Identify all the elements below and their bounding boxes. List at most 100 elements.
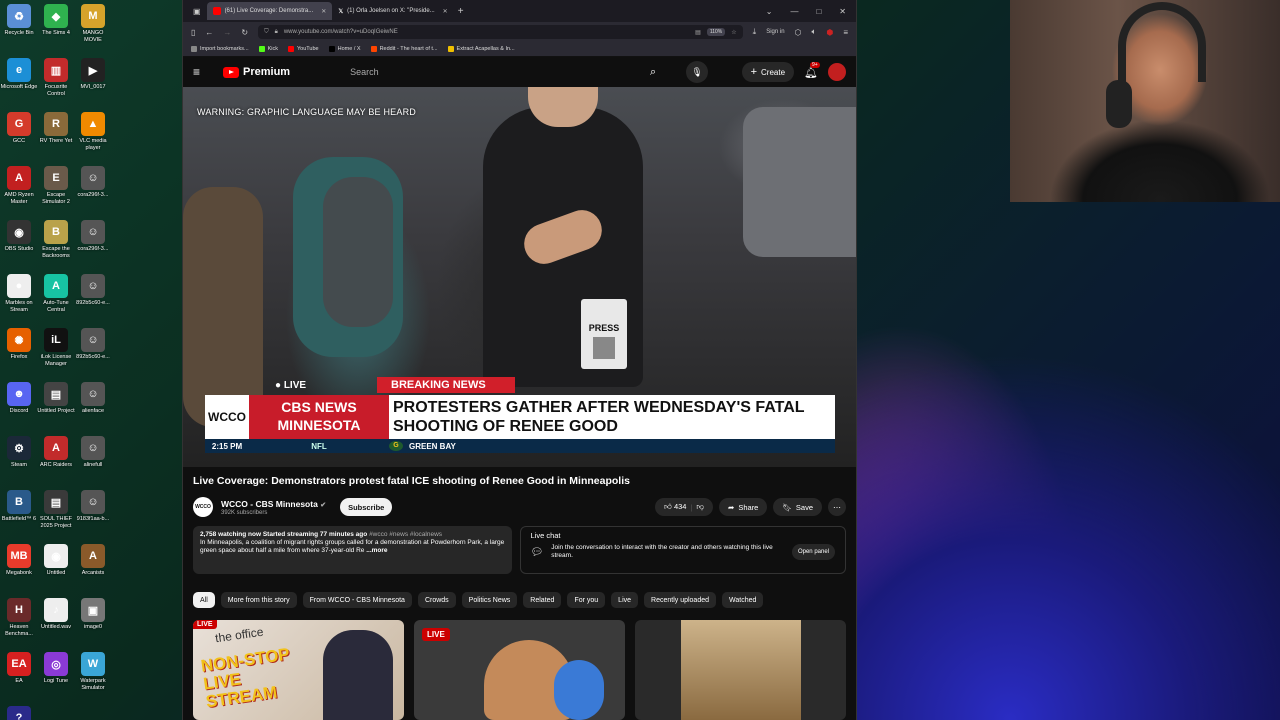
filter-chip[interactable]: Related: [523, 592, 562, 608]
open-panel-button[interactable]: Open panel: [791, 544, 835, 560]
desktop-icon[interactable]: ☺ alinefull: [74, 436, 112, 469]
show-more-link[interactable]: ...more: [366, 547, 387, 554]
like-button[interactable]: 👍︎ 434: [664, 502, 686, 512]
filter-chip[interactable]: More from this story: [220, 592, 297, 608]
desktop-icon[interactable]: ⚙ Steam: [0, 436, 38, 469]
desktop-icon[interactable]: H Heaven Benchma...: [0, 598, 38, 637]
filter-chip[interactable]: Watched: [722, 592, 764, 608]
dislike-button[interactable]: 👎︎: [696, 502, 704, 512]
search-input[interactable]: Search: [340, 61, 630, 83]
tab-overflow-icon[interactable]: ⌄: [766, 7, 773, 16]
desktop-icon[interactable]: B Escape the Backrooms: [37, 220, 75, 259]
tab-x[interactable]: 𝕏 (1) Orla Joelsen on X: "Preside... ✕: [332, 2, 453, 20]
bookmark-item[interactable]: Home / X: [328, 46, 361, 52]
url-bar[interactable]: ⛉ 🔒︎ www.youtube.com/watch?v=uDoqIGeiwNE…: [258, 25, 743, 39]
desktop-icon[interactable]: ☺ 892b5c60-e...: [74, 328, 112, 361]
youtube-premium-logo[interactable]: Premium: [223, 66, 290, 78]
bookmark-item[interactable]: Import bookmarks...: [191, 46, 249, 52]
filter-chip[interactable]: Crowds: [417, 592, 456, 608]
desktop-icon[interactable]: A ARC Raiders: [37, 436, 75, 469]
video-player[interactable]: WARNING: GRAPHIC LANGUAGE MAY BE HEARD P…: [183, 87, 856, 467]
bookmark-item[interactable]: Kick: [258, 46, 278, 52]
channel-avatar[interactable]: WCCO: [193, 497, 213, 517]
filter-chip[interactable]: From WCCO - CBS Minnesota: [302, 592, 412, 608]
desktop-icon[interactable]: A AMD Ryzen Master: [0, 166, 38, 205]
close-window-icon[interactable]: ✕: [839, 7, 846, 16]
bookmark-item[interactable]: Extract Acapellas & In...: [447, 46, 515, 52]
desktop-icon[interactable]: ☻ Discord: [0, 382, 38, 415]
desktop-icon[interactable]: A Auto-Tune Central: [37, 274, 75, 313]
extensions-icon[interactable]: ⬡: [795, 28, 802, 37]
desktop-icon[interactable]: E Escape Simulator 2: [37, 166, 75, 205]
desktop-icon[interactable]: ?Who Wants To Be A M...: [0, 706, 38, 720]
desktop-icon[interactable]: ▣ image0: [74, 598, 112, 631]
new-tab-icon[interactable]: +: [458, 6, 464, 17]
ublock-icon[interactable]: ⬢: [826, 28, 833, 37]
desktop-icon[interactable]: G GCC: [0, 112, 38, 145]
reload-icon[interactable]: ↻: [241, 28, 248, 37]
desktop-icon[interactable]: ▤ SOUL THIEF 2025 Project: [37, 490, 75, 529]
desktop-icon[interactable]: EA EA: [0, 652, 38, 685]
video-thumbnail[interactable]: [635, 620, 846, 720]
desktop-icon[interactable]: M MANGO MOVIE: [74, 4, 112, 43]
sign-in-button[interactable]: Sign in: [766, 29, 784, 35]
desktop-icon[interactable]: ▶ MVI_0017: [74, 58, 112, 91]
desktop-icon[interactable]: ◉ OBS Studio: [0, 220, 38, 253]
filter-chip[interactable]: For you: [567, 592, 606, 608]
menu-icon[interactable]: ≡: [843, 28, 848, 37]
desktop-icon[interactable]: ◆ The Sims 4: [37, 4, 75, 37]
desktop-icon[interactable]: ✺ Firefox: [0, 328, 38, 361]
hamburger-menu-icon[interactable]: ≡: [193, 65, 213, 79]
filter-chip[interactable]: Recently uploaded: [644, 592, 717, 608]
desktop-icon[interactable]: ▤ Untitled Project: [37, 382, 75, 415]
desktop-icon[interactable]: e Microsoft Edge: [0, 58, 38, 91]
sidebar-icon[interactable]: ▯: [191, 28, 195, 37]
video-thumbnail[interactable]: LIVE the office NON-STOP LIVE STREAM: [193, 620, 404, 720]
voice-search-button[interactable]: 🎙︎: [686, 61, 709, 83]
close-tab-icon[interactable]: ✕: [321, 8, 326, 15]
channel-name[interactable]: WCCO - CBS Minnesota ✔: [221, 499, 326, 509]
mute-icon[interactable]: 🔈︎: [812, 27, 817, 37]
desktop-icon[interactable]: ♪ Untitled.wav: [37, 598, 75, 631]
bookmark-item[interactable]: Reddit - The heart of t...: [370, 46, 438, 52]
desktop-icon[interactable]: ☺ cora296f-3...: [74, 220, 112, 253]
desktop-icon[interactable]: ◉ Untitled: [37, 544, 75, 577]
share-button[interactable]: ➦ Share: [719, 498, 768, 516]
lock-icon[interactable]: 🔒︎: [275, 29, 278, 36]
back-icon[interactable]: ←: [205, 28, 213, 37]
forward-icon[interactable]: →: [223, 28, 231, 37]
close-tab-icon[interactable]: ✕: [443, 8, 448, 15]
avatar[interactable]: [828, 63, 846, 81]
subscribe-button[interactable]: Subscribe: [340, 498, 393, 516]
filter-chip[interactable]: Politics News: [461, 592, 518, 608]
desktop-icon[interactable]: A Arcanists: [74, 544, 112, 577]
zoom-level[interactable]: 110%: [706, 28, 726, 36]
hashtags[interactable]: #wcco #news #localnews: [369, 531, 442, 538]
bookmark-item[interactable]: YouTube: [288, 46, 319, 52]
notifications-button[interactable]: 🔔︎ 9+: [804, 61, 820, 79]
desktop-icon[interactable]: ☺ 892b5c60-e...: [74, 274, 112, 307]
desktop-icon[interactable]: ◎ Logi Tune: [37, 652, 75, 685]
search-button[interactable]: ⌕: [640, 61, 666, 83]
filter-chip[interactable]: Live: [611, 592, 639, 608]
tab-youtube[interactable]: (61) Live Coverage: Demonstra... ✕: [206, 2, 333, 20]
save-button[interactable]: 🔖︎ Save: [773, 498, 822, 516]
shield-icon[interactable]: ⛉: [264, 29, 269, 36]
desktop-icon[interactable]: ☺ 9183f1aa-b...: [74, 490, 112, 523]
desktop-icon[interactable]: ● Marbles on Stream: [0, 274, 38, 313]
video-thumbnail[interactable]: LIVE: [414, 620, 625, 720]
desktop-icon[interactable]: B Battlefield™ 6: [0, 490, 38, 523]
create-button[interactable]: + Create: [741, 62, 795, 82]
desktop-icon[interactable]: ▥ Focusrite Control: [37, 58, 75, 97]
maximize-icon[interactable]: □: [816, 7, 821, 16]
desktop-icon[interactable]: ▲ VLC media player: [74, 112, 112, 151]
download-icon[interactable]: ⤓: [753, 27, 757, 37]
desktop-icon[interactable]: iL iLok License Manager: [37, 328, 75, 367]
desktop-icon[interactable]: ☺ alienface: [74, 382, 112, 415]
tab-list-icon[interactable]: ▣: [193, 7, 201, 16]
desktop-icon[interactable]: R RV There Yet: [37, 112, 75, 145]
more-actions-button[interactable]: ⋯: [828, 498, 846, 516]
reader-icon[interactable]: ▤: [695, 29, 701, 36]
bookmark-star-icon[interactable]: ☆: [731, 29, 736, 36]
description-box[interactable]: 2,758 watching now Started streaming 77 …: [193, 526, 512, 574]
